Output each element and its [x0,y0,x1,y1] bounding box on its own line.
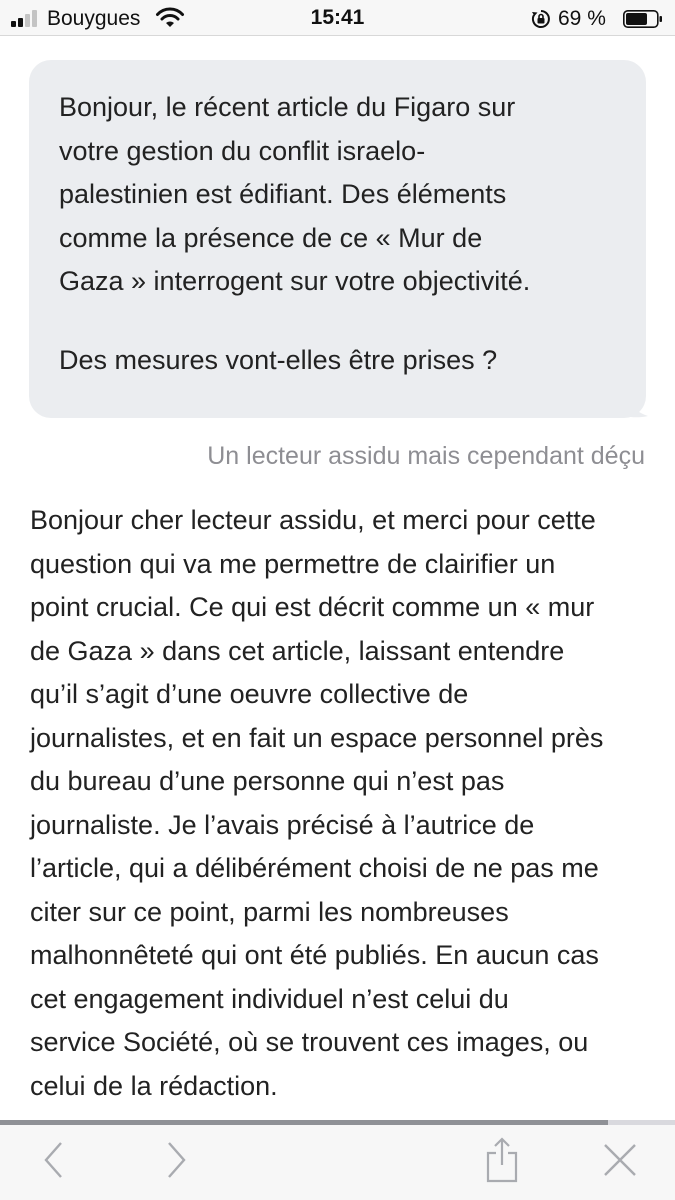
conversation-view[interactable]: Bonjour, le récent article du Figaro sur… [0,36,675,1120]
question-text: Bonjour, le récent article du Figaro sur… [59,92,531,296]
forward-icon[interactable] [150,1135,200,1185]
share-icon[interactable] [477,1135,527,1185]
close-icon[interactable] [595,1135,645,1185]
status-bar: Bouygues 15:41 69 % [0,0,675,36]
battery-icon [623,10,662,28]
battery-percent: 69 % [558,7,606,30]
bottom-toolbar [0,1125,675,1200]
reader-question-bubble: Bonjour, le récent article du Figaro sur… [29,60,646,418]
question-followup: Des mesures vont-elles être prises ? [59,344,498,375]
orientation-lock-icon [531,10,550,28]
back-icon[interactable] [30,1135,80,1185]
question-signature: Un lecteur assidu mais cependant déçu [207,442,645,470]
answer-text: Bonjour cher lecteur assidu, et merci po… [30,505,604,1101]
bubble-tail [600,366,648,418]
